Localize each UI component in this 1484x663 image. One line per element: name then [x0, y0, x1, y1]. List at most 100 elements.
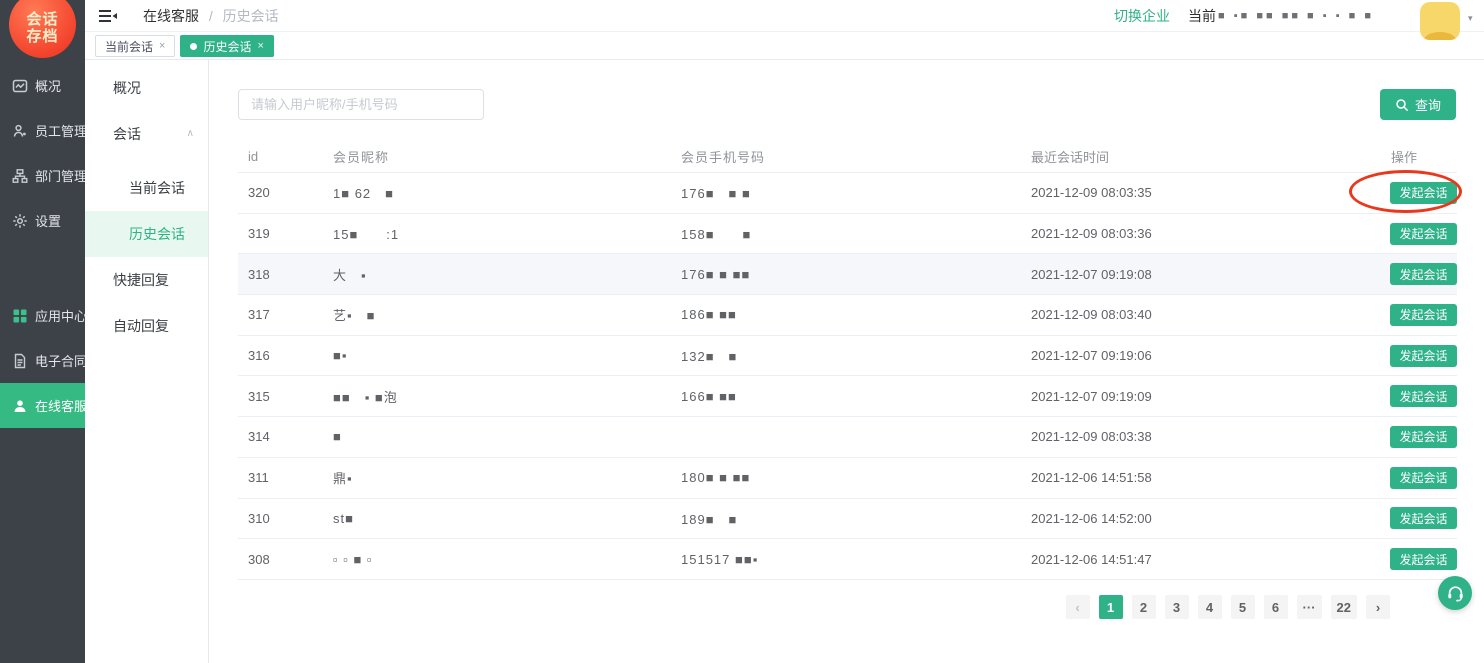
- close-icon[interactable]: ×: [257, 40, 263, 52]
- pagination-page-2[interactable]: 2: [1132, 595, 1156, 619]
- tab-current-session[interactable]: 当前会话 ×: [95, 35, 175, 57]
- sidebar-item-staff[interactable]: 员工管理: [0, 108, 85, 153]
- headset-icon: [1446, 584, 1465, 603]
- query-button[interactable]: 查询: [1380, 89, 1456, 120]
- submenu-item-quick-reply[interactable]: 快捷回复: [85, 257, 208, 303]
- sidebar-item-settings[interactable]: 设置: [0, 198, 85, 243]
- chevron-up-icon: ∧: [187, 111, 194, 157]
- cell-id: 314: [238, 429, 323, 444]
- table-row: 310 st■ 189■ ■ 2021-12-06 14:52:00 发起会话: [238, 499, 1457, 540]
- sidebar-item-econtract[interactable]: 电子合同: [0, 338, 85, 383]
- sidebar-nav: 概况 员工管理 部门管理 设置 应用中心: [0, 63, 85, 428]
- cell-time: 2021-12-07 09:19:09: [1021, 389, 1371, 404]
- submenu-label: 当前会话: [129, 180, 185, 196]
- caret-down-icon[interactable]: ▾: [1468, 13, 1473, 24]
- cell-time: 2021-12-06 14:51:58: [1021, 470, 1371, 485]
- pagination-page-22[interactable]: 22: [1331, 595, 1357, 619]
- submenu-item-history-session[interactable]: 历史会话: [85, 211, 208, 257]
- switch-company-link[interactable]: 切换企业: [1114, 6, 1170, 26]
- header-right: 切换企业 当前 ■ ▪■ ■■ ■■ ■ ▪ ▪ ■ ■: [1114, 6, 1374, 26]
- cell-id: 317: [238, 307, 323, 322]
- pagination-ellipsis[interactable]: ···: [1297, 595, 1322, 619]
- pagination-page-3[interactable]: 3: [1165, 595, 1189, 619]
- sidebar-item-overview[interactable]: 概况: [0, 63, 85, 108]
- sidebar-item-online-service[interactable]: 在线客服: [0, 383, 85, 428]
- menu-fold-icon[interactable]: [99, 9, 117, 23]
- pagination-page-4[interactable]: 4: [1198, 595, 1222, 619]
- table-row: 320 1■ 62 ■ 176■ ■ ■ 2021-12-09 08:03:35…: [238, 173, 1457, 214]
- tags-view-bar: 当前会话 × 历史会话 ×: [85, 33, 1484, 60]
- pagination-prev[interactable]: ‹: [1066, 595, 1090, 619]
- customer-service-float-button[interactable]: [1438, 576, 1472, 610]
- app-grid-icon: [12, 308, 28, 324]
- start-session-button[interactable]: 发起会话: [1390, 426, 1457, 448]
- cell-nickname: 艺▪ ■: [323, 305, 671, 324]
- cell-phone: 176■ ■ ■■: [671, 267, 1021, 282]
- cell-nickname: 1■ 62 ■: [323, 183, 671, 202]
- tab-history-session[interactable]: 历史会话 ×: [180, 35, 273, 57]
- avatar[interactable]: [1420, 2, 1460, 40]
- org-tree-icon: [12, 168, 28, 184]
- cell-nickname: 大 ▪: [323, 265, 671, 284]
- cell-nickname: st■: [323, 511, 671, 526]
- cell-phone: 158■ ■: [671, 224, 1021, 243]
- submenu-item-overview[interactable]: 概况: [85, 65, 208, 111]
- sidebar-item-label: 应用中心: [35, 306, 85, 325]
- start-session-button[interactable]: 发起会话: [1390, 507, 1457, 529]
- sidebar-item-label: 员工管理: [35, 121, 85, 140]
- cell-nickname: 鼎▪: [323, 468, 671, 487]
- start-session-button[interactable]: 发起会话: [1390, 345, 1457, 367]
- line-chart-icon: [12, 78, 28, 94]
- cell-time: 2021-12-09 08:03:40: [1021, 307, 1371, 322]
- start-session-button[interactable]: 发起会话: [1390, 223, 1457, 245]
- sidebar-item-label: 电子合同: [35, 351, 85, 370]
- cell-id: 310: [238, 511, 323, 526]
- breadcrumb-root[interactable]: 在线客服: [143, 8, 199, 24]
- start-session-button[interactable]: 发起会话: [1390, 385, 1457, 407]
- close-icon[interactable]: ×: [159, 40, 165, 52]
- start-session-button[interactable]: 发起会话: [1390, 304, 1457, 326]
- breadcrumb-separator: /: [209, 8, 213, 24]
- cell-time: 2021-12-09 08:03:38: [1021, 429, 1371, 444]
- cell-phone: 189■ ■: [671, 509, 1021, 528]
- search-input[interactable]: [238, 89, 484, 120]
- gear-icon: [12, 213, 28, 229]
- app-sidebar: 会话 存档 概况 员工管理 部门管理 设置: [0, 0, 85, 663]
- table-row: 317 艺▪ ■ 186■ ■■ 2021-12-09 08:03:40 发起会…: [238, 295, 1457, 336]
- sidebar-item-department[interactable]: 部门管理: [0, 153, 85, 198]
- start-session-button[interactable]: 发起会话: [1390, 548, 1457, 570]
- submenu-group-session[interactable]: 会话 ∧: [85, 111, 208, 157]
- col-header-nickname: 会员昵称: [323, 147, 671, 166]
- cell-phone: 180■ ■ ■■: [671, 470, 1021, 485]
- table-row: 315 ■■ ▪ ■泡 166■ ■■ 2021-12-07 09:19:09 …: [238, 376, 1457, 417]
- col-header-action: 操作: [1371, 147, 1457, 166]
- col-header-time: 最近会话时间: [1021, 147, 1371, 166]
- sidebar-item-app-center[interactable]: 应用中心: [0, 293, 85, 338]
- cell-id: 308: [238, 552, 323, 567]
- start-session-button[interactable]: 发起会话: [1390, 182, 1457, 204]
- cell-phone: 166■ ■■: [671, 389, 1021, 404]
- start-session-button[interactable]: 发起会话: [1390, 263, 1457, 285]
- document-icon: [12, 353, 28, 369]
- pagination: ‹ 1 2 3 4 5 6 ··· 22 ›: [1066, 595, 1390, 619]
- submenu-item-auto-reply[interactable]: 自动回复: [85, 303, 208, 349]
- tab-label: 当前会话: [105, 38, 153, 55]
- submenu-label: 历史会话: [129, 226, 185, 242]
- breadcrumb: 在线客服 / 历史会话: [143, 6, 279, 26]
- start-session-button[interactable]: 发起会话: [1390, 467, 1457, 489]
- pagination-next[interactable]: ›: [1366, 595, 1390, 619]
- sessions-table: id 会员昵称 会员手机号码 最近会话时间 操作 320 1■ 62 ■ 176…: [238, 140, 1457, 580]
- cell-id: 319: [238, 226, 323, 241]
- cell-nickname: ■: [323, 429, 671, 444]
- sidebar-item-label: 部门管理: [35, 166, 85, 185]
- pagination-page-6[interactable]: 6: [1264, 595, 1288, 619]
- cell-id: 311: [238, 470, 323, 485]
- cell-id: 318: [238, 267, 323, 282]
- table-row: 311 鼎▪ 180■ ■ ■■ 2021-12-06 14:51:58 发起会…: [238, 458, 1457, 499]
- cell-time: 2021-12-09 08:03:36: [1021, 226, 1371, 241]
- submenu-item-current-session[interactable]: 当前会话: [85, 165, 208, 211]
- pagination-page-1[interactable]: 1: [1099, 595, 1123, 619]
- top-header: 在线客服 / 历史会话 切换企业 当前 ■ ▪■ ■■ ■■ ■ ▪ ▪ ■ ■: [85, 0, 1484, 32]
- pagination-page-5[interactable]: 5: [1231, 595, 1255, 619]
- table-header-row: id 会员昵称 会员手机号码 最近会话时间 操作: [238, 140, 1457, 173]
